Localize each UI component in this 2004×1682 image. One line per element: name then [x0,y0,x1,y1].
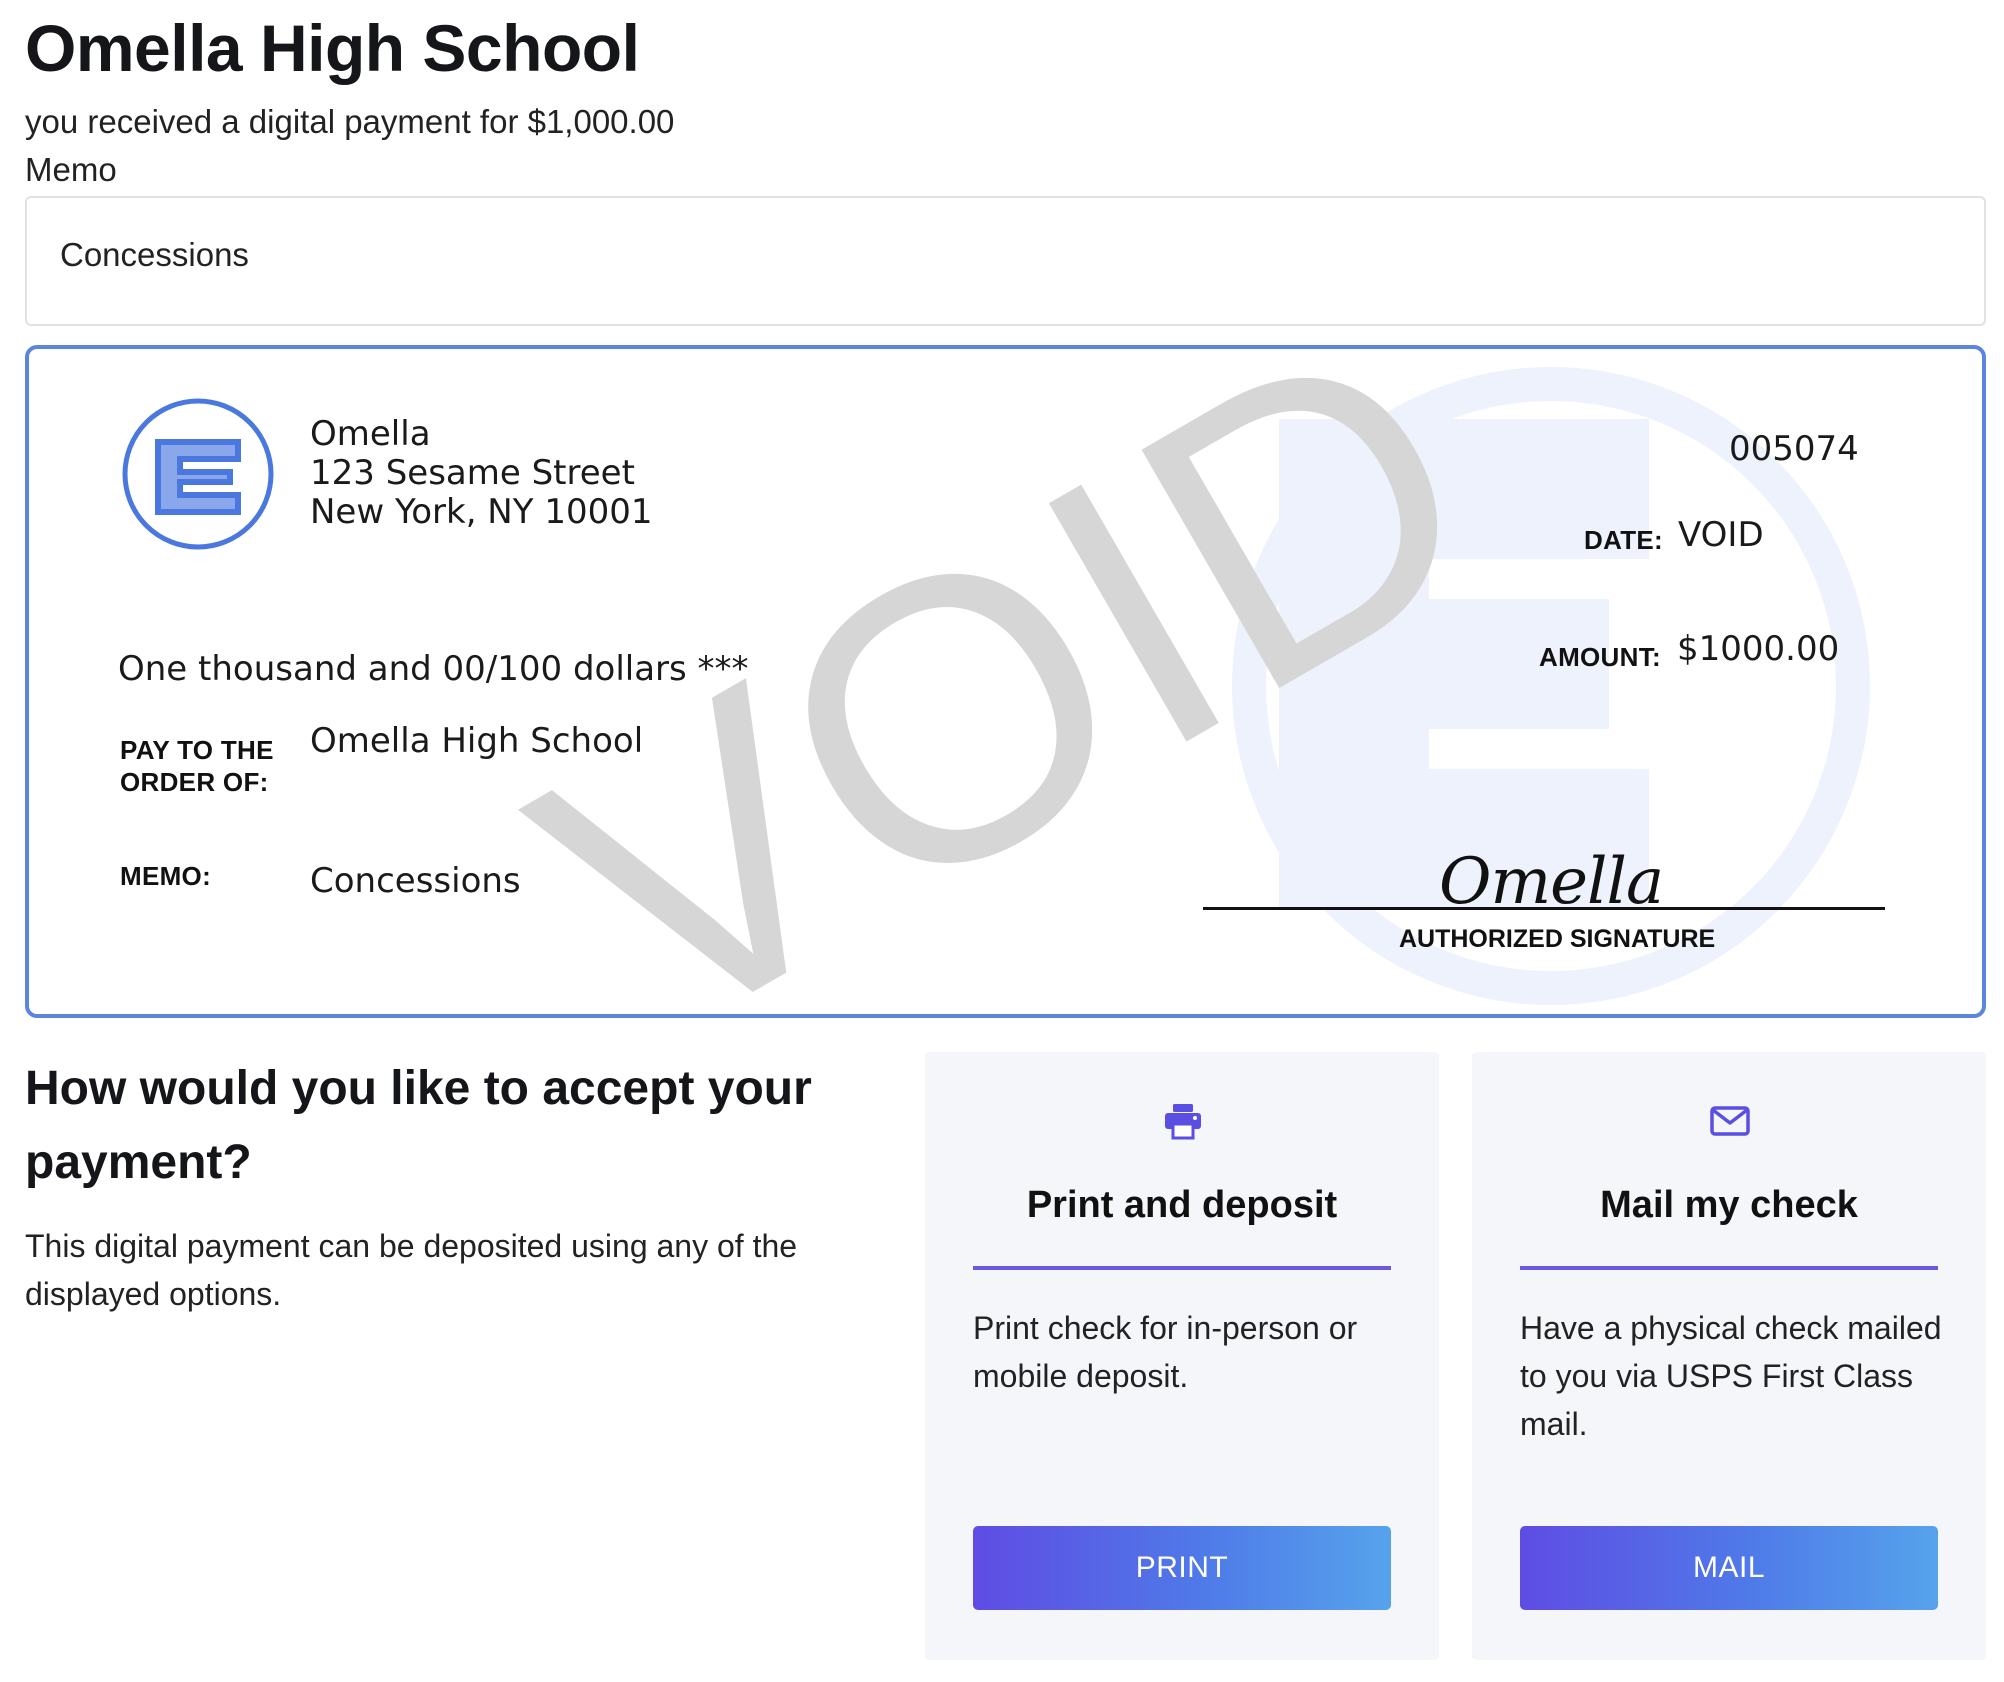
memo-label: Memo [25,151,117,188]
option-mail-my-check: Mail my check Have a physical check mail… [1472,1052,1986,1660]
check-number: 005074 [1729,429,1859,469]
option-description: Print check for in-person or mobile depo… [973,1310,1358,1394]
date-label: DATE: [1584,525,1664,555]
pay-to-label: PAY TO THE ORDER OF: [120,735,274,797]
payment-subtitle: you received a digital payment for $1,00… [25,103,675,140]
envelope-icon [1710,1106,1750,1136]
mail-button[interactable]: MAIL [1520,1526,1938,1610]
payee-name: Omella High School [310,721,644,761]
printer-icon [1165,1104,1201,1140]
amount-in-words: One thousand and 00/100 dollars *** [118,649,749,689]
issuer-name: Omella [310,414,431,454]
memo-value: Concessions [60,236,249,273]
amount-value: $1000.00 [1677,629,1840,669]
omella-e-logo-icon [122,398,274,550]
option-title: Print and deposit [1026,1184,1338,1226]
check-preview: VOID Omella 123 Sesame Street New York, … [25,345,1986,1018]
option-description: Have a physical check mailed to you via … [1520,1310,1942,1442]
issuer-city: New York, NY 10001 [310,492,653,532]
amount-label: AMOUNT: [1539,642,1661,672]
issuer-address: Omella 123 Sesame Street New York, NY 10… [310,415,652,532]
option-divider [1520,1266,1938,1270]
signature-label: AUTHORIZED SIGNATURE [1399,925,1716,953]
option-print-and-deposit: Print and deposit Print check for in-per… [925,1052,1439,1660]
accept-payment-heading: How would you like to accept your paymen… [25,1062,812,1189]
check-memo-label: MEMO: [120,861,212,891]
option-title: Mail my check [1600,1184,1858,1226]
signature-line [1203,907,1885,910]
option-divider [973,1266,1391,1270]
date-value: VOID [1678,515,1764,555]
page-title: Omella High School [25,11,640,85]
issuer-street: 123 Sesame Street [310,453,635,493]
accept-payment-description: This digital payment can be deposited us… [25,1228,798,1312]
print-button[interactable]: PRINT [973,1526,1391,1610]
memo-field: Concessions [25,196,1986,326]
check-memo-value: Concessions [310,861,521,901]
